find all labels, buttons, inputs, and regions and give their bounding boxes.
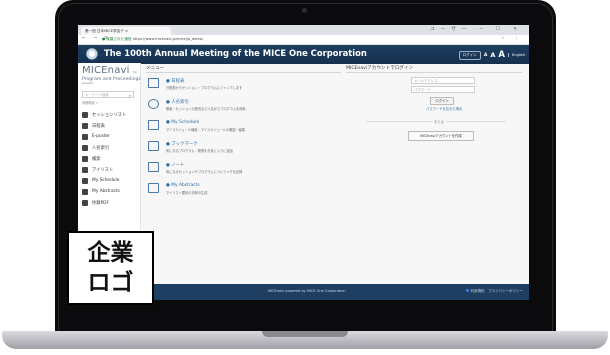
header-tools: ログイン A A A English xyxy=(458,50,525,60)
browser-address-bar: ← → ⟳ ● 保護された通信 https://www.micenavi.jp/… xyxy=(78,35,529,45)
or-label: または xyxy=(432,119,446,124)
menu-item-title[interactable]: ● 日程表 xyxy=(166,78,184,84)
menu-item-my-abstracts[interactable]: ● My Abstracts マイリスト要約の抄録の生成 xyxy=(146,178,341,199)
placeholder-line-2: ロゴ xyxy=(87,270,134,296)
menu-heading: メニュー xyxy=(146,65,341,73)
sidebar-item-author-index[interactable]: 人名索引 xyxy=(82,142,138,153)
menu-item-title[interactable]: ● My Abstracts xyxy=(166,183,200,188)
language-switch[interactable]: English xyxy=(508,53,525,57)
footer-links-text[interactable]: 利用規約 プライバシーポリシー xyxy=(471,289,523,293)
menu-item-desc: マイリスト要約の抄録の生成 xyxy=(166,191,208,195)
note-icon xyxy=(148,162,159,172)
site-header: The 100th Annual Meeting of the MICE One… xyxy=(78,45,529,64)
abstract-icon xyxy=(82,188,88,195)
schedule-icon xyxy=(148,120,159,130)
sidebar-item-label: My Abstracts xyxy=(92,189,120,194)
sidebar-item-session-list[interactable]: セッションリスト xyxy=(82,109,138,120)
login-button[interactable]: ログイン xyxy=(430,97,454,105)
advanced-search-link[interactable]: 詳細検索 ▽ xyxy=(82,100,98,105)
sidebar-item-label: 日程表 xyxy=(92,123,105,129)
secure-indicator: ● 保護された通信 xyxy=(102,36,132,41)
brand-subtitle: Program and Proceedings xyxy=(82,77,141,82)
person-icon xyxy=(82,144,88,151)
sidebar-item-label: アイリスト xyxy=(92,167,114,173)
page-title: The 100th Annual Meeting of the MICE One… xyxy=(104,48,367,58)
forgot-password-link[interactable]: パスワードを忘れた場合 xyxy=(426,106,462,111)
abstracts-icon xyxy=(148,183,159,193)
sidebar-item-label: セッションリスト xyxy=(92,112,127,118)
menu-item-note[interactable]: ● ノート気になるセッションやプログラムについてメモを記録 xyxy=(146,157,341,178)
sidebar-item-label: 検索 xyxy=(92,156,101,162)
create-account-button[interactable]: MICEnaviアカウントを作成 xyxy=(408,131,474,141)
sidebar-item-my-schedule[interactable]: My Schedule xyxy=(82,175,138,186)
sidebar-item-label: E-poster xyxy=(92,134,110,139)
footer-links[interactable]: 利用規約 プライバシーポリシー xyxy=(465,289,523,294)
sidebar-item-eposter[interactable]: E-poster xyxy=(82,131,138,142)
site-logo-icon xyxy=(86,48,99,61)
menu-item-desc: マイスケジュール機能・マイスケジュールの確認・編集 xyxy=(166,128,246,132)
browser-menu-icon[interactable]: ☆ ⋮ xyxy=(501,36,523,41)
search-placeholder: キーワード検索 xyxy=(85,93,109,97)
font-size-medium-button[interactable]: A xyxy=(490,51,495,59)
footer-dot-icon xyxy=(465,289,469,292)
menu-item-desc: 気になるセッションやプログラムについてメモを記録 xyxy=(166,170,243,174)
menu-item-desc: 気になるプログラム・発表をお気に入りに追加 xyxy=(166,149,233,153)
url-text: https://www.micenavi.jp/mice/ja_demo/ xyxy=(132,36,204,41)
font-size-large-button[interactable]: A xyxy=(498,50,505,60)
search-icon xyxy=(82,155,88,162)
sidebar-item-my-abstracts[interactable]: My Abstracts xyxy=(82,186,138,197)
pdf-icon xyxy=(82,199,88,206)
sidebar-item-pdf[interactable]: 抄録PDF xyxy=(82,197,138,208)
url-field[interactable]: ● 保護された通信 https://www.micenavi.jp/mice/j… xyxy=(102,37,203,42)
calendar-icon xyxy=(82,122,88,129)
menu-item-title[interactable]: ● My Schedule xyxy=(166,120,199,125)
laptop-notch xyxy=(262,331,348,337)
brand-name: MICEnavi xyxy=(82,65,130,76)
sidebar-item-search[interactable]: 検索 xyxy=(82,153,138,164)
sidebar-item-label: 人名索引 xyxy=(92,145,110,151)
calendar-check-icon xyxy=(82,177,88,184)
book-icon xyxy=(148,141,159,151)
footer-credit: MICEnavi powered by MICE One Corporation xyxy=(268,289,346,293)
people-icon xyxy=(148,99,159,109)
menu-item-my-schedule[interactable]: ● My Schedule マイスケジュール機能・マイスケジュールの確認・編集 xyxy=(146,115,341,136)
login-panel: MICEnaviアカウントでログイン メールアドレス パスワード ログイン パス… xyxy=(346,65,522,141)
menu-item-bookmark[interactable]: ● ブックマーク気になるプログラム・発表をお気に入りに追加 xyxy=(146,136,341,157)
login-heading: MICEnaviアカウントでログイン xyxy=(346,65,522,73)
menu-item-schedule[interactable]: ● 日程表日程表からセッション・プログラムにジャンプします xyxy=(146,73,341,94)
menu-item-title[interactable]: ● 人名索引 xyxy=(166,99,189,105)
monitor-icon xyxy=(82,133,88,140)
brand-logo: MICEnavi for events xyxy=(82,65,140,87)
menu-item-author-index[interactable]: ● 人名索引著者・セッションの座長など人名からプログラムを検索 xyxy=(146,94,341,115)
webcam xyxy=(302,8,307,13)
list-icon xyxy=(82,111,88,118)
password-field[interactable]: パスワード xyxy=(411,86,475,93)
font-size-small-button[interactable]: A xyxy=(484,53,487,58)
menu-item-desc: 著者・セッションの座長など人名からプログラムを検索 xyxy=(166,107,246,111)
sidebar-item-label: My Schedule xyxy=(92,178,120,183)
browser-tab[interactable]: 第一回 日本MICE学会テ × xyxy=(81,27,171,35)
search-icon[interactable]: ⌕ xyxy=(129,92,131,99)
clipboard-icon xyxy=(82,166,88,173)
placeholder-line-1: 企業 xyxy=(87,240,134,266)
sidebar-item-label: 抄録PDF xyxy=(92,200,109,206)
window-controls[interactable]: ユーザー ─ ☐ ✕ xyxy=(430,26,523,32)
browser-tabbar: 第一回 日本MICE学会テ × ユーザー ─ ☐ ✕ xyxy=(78,25,529,35)
sidebar-item-my-list[interactable]: アイリスト xyxy=(82,164,138,175)
menu-panel: メニュー ● 日程表日程表からセッション・プログラムにジャンプします ● 人名索… xyxy=(146,65,341,199)
sidebar-item-schedule[interactable]: 日程表 xyxy=(82,120,138,131)
sidebar-menu: セッションリスト 日程表 E-poster 人名索引 検索 アイリスト My S… xyxy=(82,109,138,208)
sidebar-search-input[interactable]: キーワード検索 ⌕ xyxy=(82,91,134,98)
calendar-grid-icon xyxy=(148,78,159,88)
header-login-button[interactable]: ログイン xyxy=(458,50,481,60)
menu-item-title[interactable]: ● ブックマーク xyxy=(166,141,198,147)
menu-item-desc: 日程表からセッション・プログラムにジャンプします xyxy=(166,86,243,90)
menu-item-title[interactable]: ● ノート xyxy=(166,162,184,168)
company-logo-placeholder: 企業 ロゴ xyxy=(67,231,154,305)
email-field[interactable]: メールアドレス xyxy=(411,77,475,84)
